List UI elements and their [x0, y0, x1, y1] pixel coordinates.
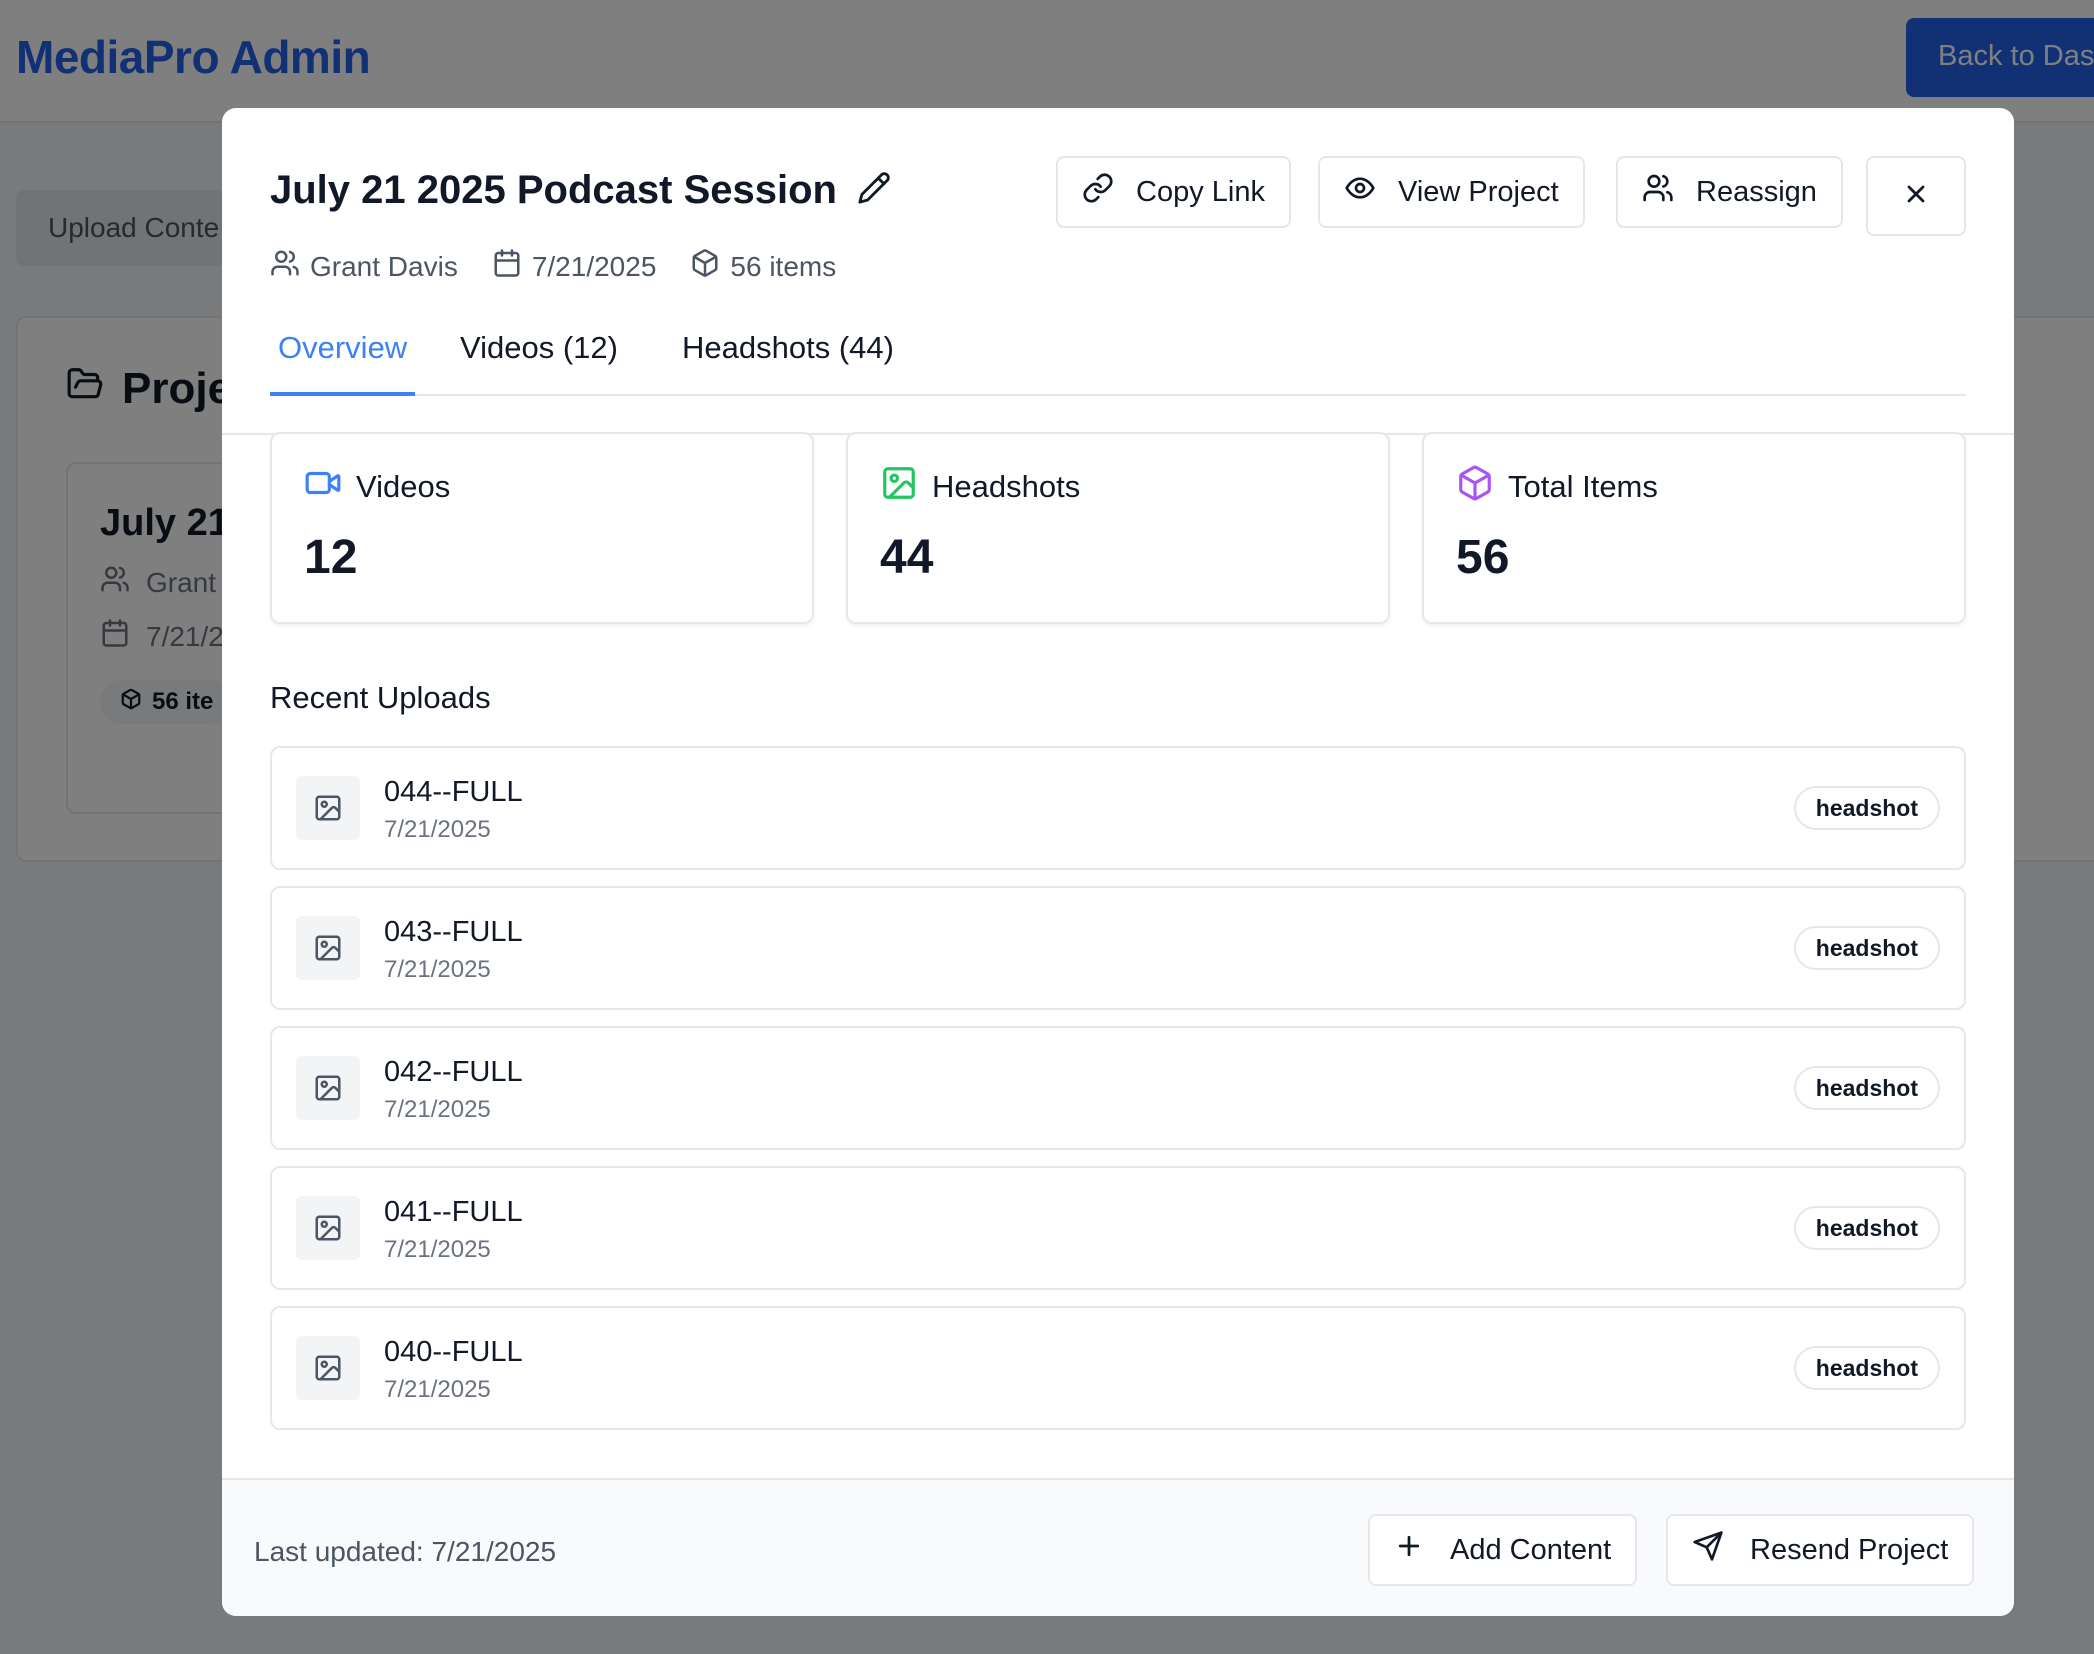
add-content-button[interactable]: Add Content — [1368, 1514, 1638, 1586]
upload-name: 042--FULL — [384, 1056, 523, 1088]
upload-date: 7/21/2025 — [384, 956, 491, 983]
upload-name: 041--FULL — [384, 1196, 523, 1228]
recent-uploads-list: 044--FULL 7/21/2025 headshot 043--FULL 7… — [270, 746, 1966, 1446]
package-icon — [690, 248, 720, 285]
project-detail-modal: July 21 2025 Podcast Session Grant Davis… — [222, 108, 2014, 1616]
upload-name: 044--FULL — [384, 776, 523, 808]
modal-tabs: Overview Videos (12) Headshots (44) — [270, 318, 1966, 396]
stat-value: 12 — [304, 531, 358, 584]
image-icon — [296, 916, 360, 980]
stat-value: 44 — [880, 531, 934, 584]
type-badge: headshot — [1793, 1066, 1940, 1110]
image-icon — [296, 1196, 360, 1260]
image-icon — [880, 464, 918, 510]
stat-card-headshots: Headshots 44 — [846, 432, 1390, 624]
project-meta: Grant Davis 7/21/2025 56 items — [270, 248, 836, 285]
meta-items: 56 items — [690, 248, 836, 285]
video-icon — [304, 464, 342, 510]
upload-row[interactable]: 040--FULL 7/21/2025 headshot — [270, 1306, 1966, 1430]
upload-row[interactable]: 042--FULL 7/21/2025 headshot — [270, 1026, 1966, 1150]
resend-project-button[interactable]: Resend Project — [1666, 1514, 1975, 1586]
stat-value: 56 — [1456, 531, 1510, 584]
meta-owner: Grant Davis — [270, 248, 458, 285]
meta-date: 7/21/2025 — [492, 248, 656, 285]
upload-row[interactable]: 043--FULL 7/21/2025 headshot — [270, 886, 1966, 1010]
upload-date: 7/21/2025 — [384, 1236, 491, 1263]
modal-title: July 21 2025 Podcast Session — [270, 168, 837, 212]
stat-card-videos: Videos 12 — [270, 432, 814, 624]
image-icon — [296, 1056, 360, 1120]
eye-icon — [1344, 172, 1376, 212]
upload-name: 043--FULL — [384, 916, 523, 948]
view-project-button[interactable]: View Project — [1318, 156, 1585, 228]
upload-row[interactable]: 044--FULL 7/21/2025 headshot — [270, 746, 1966, 870]
edit-title-button[interactable] — [852, 168, 896, 212]
type-badge: headshot — [1793, 786, 1940, 830]
upload-row[interactable]: 041--FULL 7/21/2025 headshot — [270, 1166, 1966, 1290]
upload-date: 7/21/2025 — [384, 1096, 491, 1123]
upload-date: 7/21/2025 — [384, 816, 491, 843]
stat-label: Videos — [356, 469, 451, 504]
send-icon — [1692, 1530, 1724, 1570]
copy-link-button[interactable]: Copy Link — [1056, 156, 1291, 228]
tab-overview[interactable]: Overview — [270, 318, 416, 396]
modal-footer: Last updated: 7/21/2025 Add Content Rese… — [222, 1478, 2014, 1616]
upload-name: 040--FULL — [384, 1336, 523, 1368]
stat-card-total-items: Total Items 56 — [1422, 432, 1966, 624]
users-icon — [1642, 172, 1674, 212]
upload-date: 7/21/2025 — [384, 1376, 491, 1403]
image-icon — [296, 1336, 360, 1400]
tab-headshots[interactable]: Headshots (44) — [674, 318, 902, 396]
recent-uploads-title: Recent Uploads — [270, 680, 491, 715]
stat-label: Total Items — [1508, 469, 1658, 504]
image-icon — [296, 776, 360, 840]
close-icon — [1902, 180, 1930, 213]
type-badge: headshot — [1793, 926, 1940, 970]
type-badge: headshot — [1793, 1206, 1940, 1250]
link-icon — [1082, 172, 1114, 212]
package-icon — [1456, 464, 1494, 510]
plus-icon — [1394, 1531, 1424, 1569]
stat-label: Headshots — [932, 469, 1081, 504]
close-modal-button[interactable] — [1866, 156, 1966, 236]
calendar-icon — [492, 248, 522, 285]
type-badge: headshot — [1793, 1346, 1940, 1390]
users-icon — [270, 248, 300, 285]
pencil-icon — [857, 171, 891, 210]
tab-videos[interactable]: Videos (12) — [452, 318, 626, 396]
reassign-button[interactable]: Reassign — [1616, 156, 1843, 228]
last-updated-text: Last updated: 7/21/2025 — [254, 1536, 557, 1567]
